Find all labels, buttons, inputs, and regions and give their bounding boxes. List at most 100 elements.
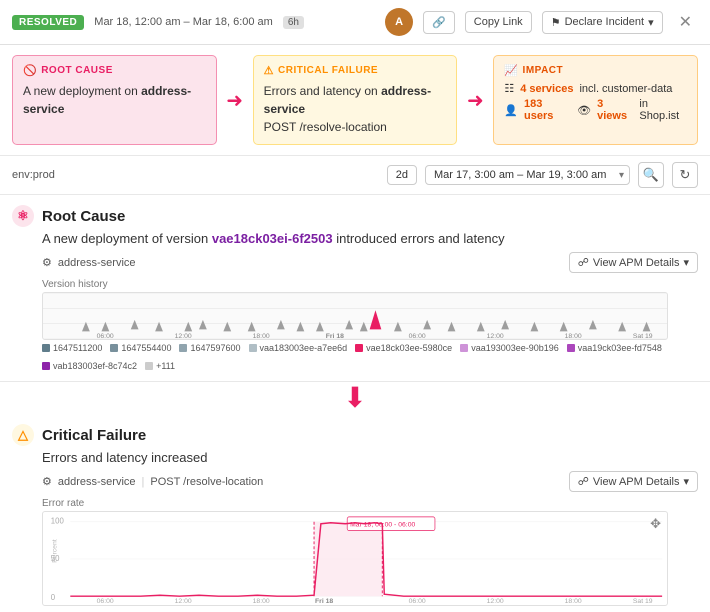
view-apm-details-button[interactable]: ☍ View APM Details ▾ bbox=[569, 252, 698, 273]
header-time-range: Mar 18, 12:00 am – Mar 18, 6:00 am bbox=[94, 16, 273, 28]
root-cause-card: 🚫 ROOT CAUSE A new deployment on address… bbox=[12, 55, 217, 145]
critical-failure-card: ⚠ CRITICAL FAILURE Errors and latency on… bbox=[253, 55, 458, 145]
right-arrow-icon: ➜ bbox=[226, 88, 243, 113]
avatar: A bbox=[385, 8, 413, 36]
legend-item: 1647597600 bbox=[179, 343, 240, 353]
copy-link-button[interactable]: Copy Link bbox=[465, 11, 532, 33]
critical-section-icon: △ bbox=[12, 424, 34, 446]
error-chart-area: ✥ 100 50 0 Percent Mar 18, 00:00 - 06:00 bbox=[42, 511, 668, 606]
root-cause-section: ⚛ Root Cause A new deployment of version… bbox=[0, 195, 710, 382]
svg-text:18:00: 18:00 bbox=[253, 333, 270, 339]
svg-text:12:00: 12:00 bbox=[175, 598, 192, 605]
svg-text:18:00: 18:00 bbox=[565, 333, 582, 339]
svg-text:Sat 19: Sat 19 bbox=[633, 598, 653, 605]
svg-text:06:00: 06:00 bbox=[409, 598, 426, 605]
arrow-down-separator: ⬇ bbox=[0, 382, 710, 414]
error-rate-chart-svg: 100 50 0 Percent Mar 18, 00:00 - 06:00 0… bbox=[43, 512, 667, 605]
copy-link-label: Copy Link bbox=[474, 16, 523, 28]
zoom-icon: 🔍 bbox=[643, 167, 659, 183]
duration-select[interactable]: 2d bbox=[387, 165, 417, 185]
arrow-critical-to-impact: ➜ bbox=[457, 55, 493, 145]
root-cause-icon: 🚫 bbox=[23, 64, 37, 77]
root-section-icon: ⚛ bbox=[12, 205, 34, 227]
critical-endpoint: POST /resolve-location bbox=[150, 476, 263, 488]
view-apm-details-button-2[interactable]: ☍ View APM Details ▾ bbox=[569, 471, 698, 492]
svg-text:Percent: Percent bbox=[52, 539, 59, 563]
svg-text:Sat 19: Sat 19 bbox=[633, 333, 653, 339]
views-icon: 👁 bbox=[577, 104, 591, 117]
root-cause-section-title: ⚛ Root Cause bbox=[12, 205, 698, 227]
view-apm-label-2: View APM Details bbox=[593, 476, 680, 488]
close-button[interactable]: ✕ bbox=[673, 10, 698, 34]
service-icon-2: ⚙ bbox=[42, 475, 52, 488]
critical-failure-title: ⚠ CRITICAL FAILURE bbox=[264, 64, 447, 77]
critical-service-name: address-service bbox=[58, 476, 136, 488]
svg-text:0: 0 bbox=[51, 593, 56, 602]
apm-chevron-icon-2: ▾ bbox=[683, 475, 689, 488]
critical-failure-body: Errors and latency on address-service PO… bbox=[264, 82, 447, 136]
apm-filter-icon-2: ☍ bbox=[578, 475, 589, 488]
impact-card: 📈 IMPACT ☷ 4 services incl. customer-dat… bbox=[493, 55, 698, 145]
root-cause-section-heading: Root Cause bbox=[42, 208, 125, 225]
header-duration-badge: 6h bbox=[283, 16, 304, 29]
svg-text:100: 100 bbox=[51, 517, 65, 526]
legend-item: vaa183003ee-a7ee6d bbox=[249, 343, 348, 353]
critical-failure-section: △ Critical Failure Errors and latency in… bbox=[0, 414, 710, 612]
cards-row: 🚫 ROOT CAUSE A new deployment on address… bbox=[0, 45, 710, 156]
service-icon: ⚙ bbox=[42, 256, 52, 269]
legend-item: 1647554400 bbox=[110, 343, 171, 353]
time-range-select[interactable]: Mar 17, 3:00 am – Mar 19, 3:00 am bbox=[425, 165, 630, 185]
view-apm-label: View APM Details bbox=[593, 257, 680, 269]
header: RESOLVED Mar 18, 12:00 am – Mar 18, 6:00… bbox=[0, 0, 710, 45]
impact-users-row: 👤 183 users 👁 3 views in Shop.ist bbox=[504, 98, 687, 122]
version-chart-area: 06:00 12:00 18:00 Fri 18 06:00 12:00 18:… bbox=[42, 292, 668, 340]
root-service-name: address-service bbox=[58, 257, 136, 269]
error-rate-label: Error rate bbox=[42, 498, 698, 509]
impact-icon: 📈 bbox=[504, 64, 518, 77]
legend-item: vab183003ef-8c74c2 bbox=[42, 361, 137, 371]
root-cause-section-subtitle: A new deployment of version vae18ck03ei-… bbox=[42, 231, 698, 246]
critical-endpoint: POST /resolve-location bbox=[264, 120, 387, 134]
toolbar-row: env:prod 2d Mar 17, 3:00 am – Mar 19, 3:… bbox=[0, 156, 710, 195]
status-badge: RESOLVED bbox=[12, 15, 84, 30]
version-link[interactable]: vae18ck03ei-6f2503 bbox=[212, 231, 333, 246]
right-arrow-icon-2: ➜ bbox=[467, 88, 484, 113]
critical-warning-icon: ⚠ bbox=[264, 64, 274, 77]
separator: | bbox=[142, 476, 145, 488]
env-label: env:prod bbox=[12, 169, 55, 181]
svg-text:18:00: 18:00 bbox=[565, 598, 582, 605]
svg-text:06:00: 06:00 bbox=[409, 333, 426, 339]
critical-section-subtitle: Errors and latency increased bbox=[42, 450, 698, 465]
critical-service-row: ⚙ address-service | POST /resolve-locati… bbox=[42, 471, 698, 492]
impact-title: 📈 IMPACT bbox=[504, 64, 687, 77]
root-cause-title: 🚫 ROOT CAUSE bbox=[23, 64, 206, 77]
critical-section-title: △ Critical Failure bbox=[12, 424, 698, 446]
svg-text:12:00: 12:00 bbox=[175, 333, 192, 339]
copy-icon: 🔗 bbox=[432, 16, 446, 29]
services-icon: ☷ bbox=[504, 82, 514, 95]
svg-text:12:00: 12:00 bbox=[487, 333, 504, 339]
chart-expand-button[interactable]: ✥ bbox=[650, 516, 661, 532]
svg-text:18:00: 18:00 bbox=[253, 598, 270, 605]
root-cause-body: A new deployment on address-service bbox=[23, 82, 206, 118]
apm-chevron-icon: ▾ bbox=[683, 256, 689, 269]
declare-incident-button[interactable]: ⚑ Declare Incident ▾ bbox=[542, 11, 663, 34]
icon-copy-btn[interactable]: 🔗 bbox=[423, 11, 455, 34]
views-suffix: in Shop.ist bbox=[639, 98, 687, 122]
legend-item: vaa193003ee-90b196 bbox=[460, 343, 559, 353]
arrow-down-icon: ⬇ bbox=[343, 384, 366, 412]
users-icon: 👤 bbox=[504, 104, 518, 117]
time-range-wrapper: Mar 17, 3:00 am – Mar 19, 3:00 am bbox=[425, 165, 630, 185]
svg-text:06:00: 06:00 bbox=[97, 333, 114, 339]
zoom-button[interactable]: 🔍 bbox=[638, 162, 664, 188]
declare-incident-label: Declare Incident bbox=[565, 16, 645, 28]
legend-item: 1647511200 bbox=[42, 343, 102, 353]
declare-incident-icon: ⚑ bbox=[551, 16, 561, 29]
legend-item: vaa19ck03ee-fd7548 bbox=[567, 343, 662, 353]
refresh-icon: ↻ bbox=[680, 167, 691, 183]
services-suffix: incl. customer-data bbox=[579, 83, 672, 95]
refresh-button[interactable]: ↻ bbox=[672, 162, 698, 188]
legend-overflow: +111 bbox=[145, 361, 175, 371]
legend-item-pink: vae18ck03ee-5980ce bbox=[355, 343, 452, 353]
apm-filter-icon: ☍ bbox=[578, 256, 589, 269]
